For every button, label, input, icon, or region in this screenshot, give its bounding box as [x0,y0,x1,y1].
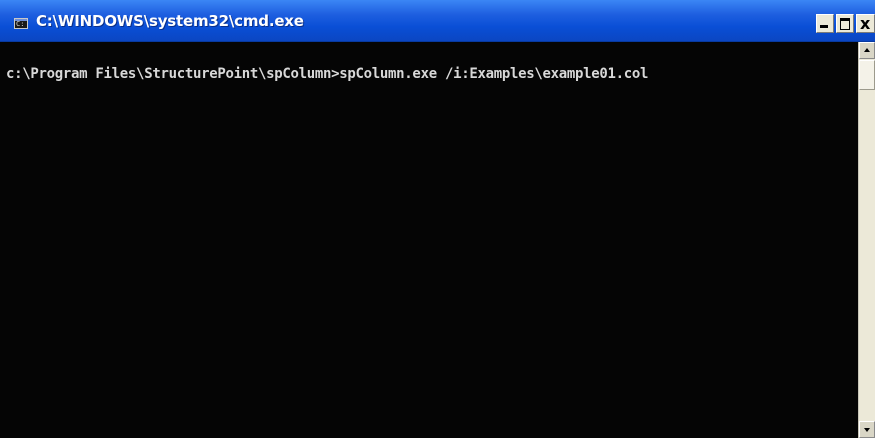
close-icon: x [860,14,871,33]
window-title: C:\WINDOWS\system32\cmd.exe [36,12,304,30]
scroll-up-arrow-icon[interactable] [859,42,875,59]
close-button[interactable]: x [856,14,875,33]
maximize-button[interactable] [836,14,854,33]
title-bar[interactable]: C: C:\WINDOWS\system32\cmd.exe x [0,0,875,42]
console-output-area[interactable]: c:\Program Files\StructurePoint\spColumn… [0,42,858,438]
cmd-icon[interactable]: C: [14,18,28,29]
vertical-scrollbar[interactable] [858,42,875,438]
scroll-down-arrow-icon[interactable] [859,421,875,438]
minimize-button[interactable] [816,14,834,33]
console-line: c:\Program Files\StructurePoint\spColumn… [6,66,649,82]
scrollbar-thumb[interactable] [859,60,875,90]
cmd-window: C: C:\WINDOWS\system32\cmd.exe x c:\Prog… [0,0,875,438]
